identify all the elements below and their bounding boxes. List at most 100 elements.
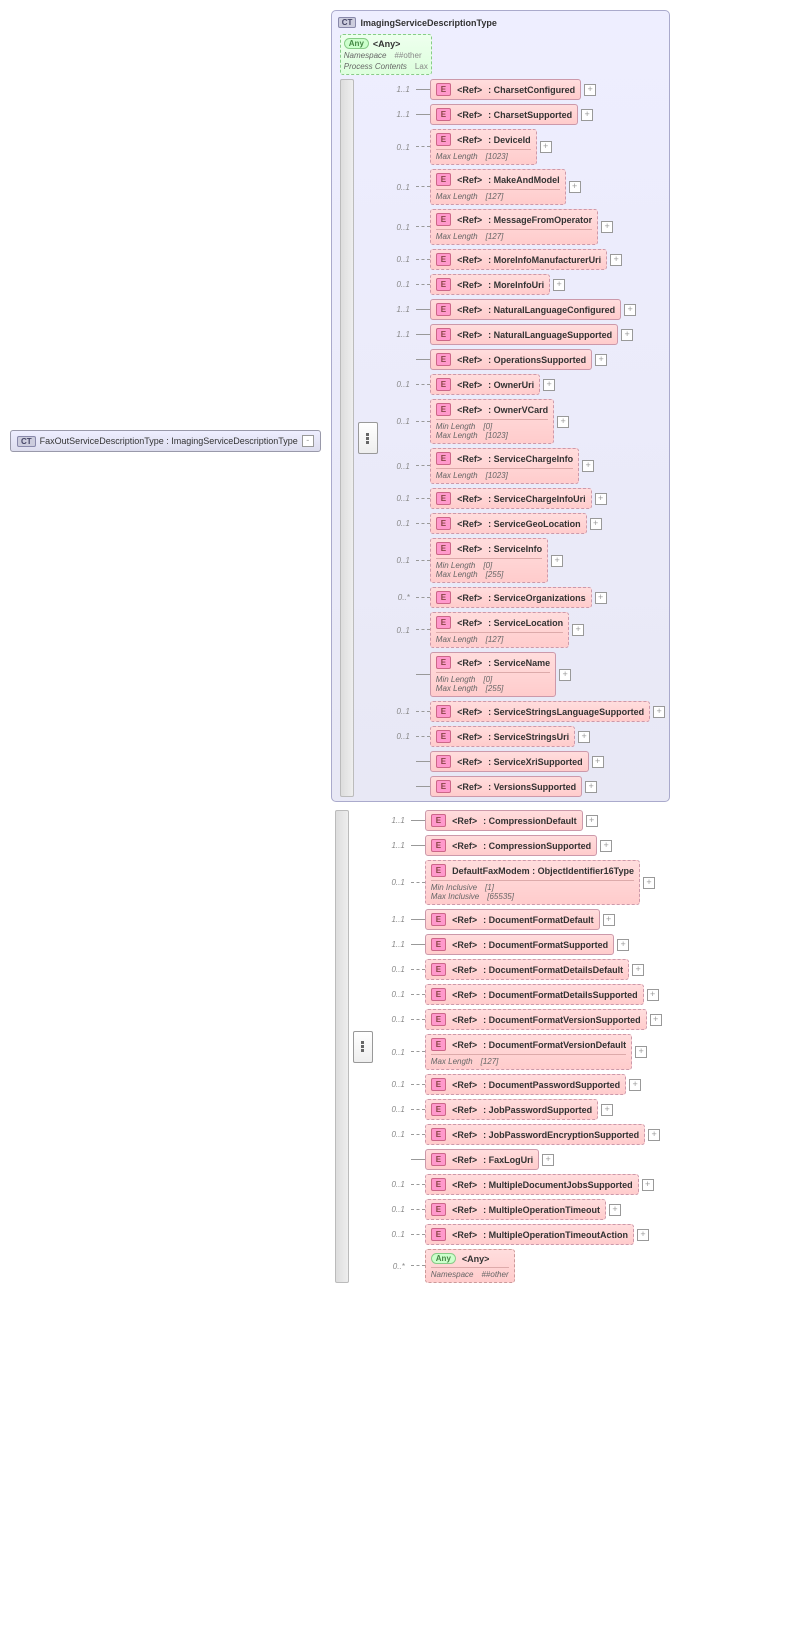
expand-icon[interactable]: + — [624, 304, 636, 316]
expand-icon[interactable]: + — [559, 669, 571, 681]
expand-icon[interactable]: + — [601, 221, 613, 233]
element-node[interactable]: E<Ref>: CompressionSupported — [425, 835, 597, 856]
ref-label: <Ref> — [457, 454, 482, 464]
expand-icon[interactable]: + — [642, 1179, 654, 1191]
ct-header[interactable]: CT ImagingServiceDescriptionType — [336, 15, 665, 30]
element-node[interactable]: E<Ref>: OwnerVCardMin Length[0]Max Lengt… — [430, 399, 554, 444]
expand-icon[interactable]: + — [551, 555, 563, 567]
expand-icon[interactable]: + — [592, 756, 604, 768]
element-node[interactable]: E<Ref>: DocumentFormatVersionDefaultMax … — [425, 1034, 632, 1070]
expand-icon[interactable]: + — [569, 181, 581, 193]
element-row: E<Ref>: OperationsSupported+ — [382, 349, 665, 370]
element-name: : MultipleOperationTimeoutAction — [483, 1230, 628, 1240]
element-node[interactable]: E<Ref>: OwnerUri — [430, 374, 540, 395]
element-node[interactable]: E<Ref>: CharsetSupported — [430, 104, 578, 125]
element-node[interactable]: E<Ref>: ServiceXriSupported — [430, 751, 589, 772]
element-node[interactable]: E<Ref>: ServiceInfoMin Length[0]Max Leng… — [430, 538, 548, 583]
expand-icon[interactable]: + — [610, 254, 622, 266]
element-node[interactable]: E<Ref>: CharsetConfigured — [430, 79, 581, 100]
element-node[interactable]: E<Ref>: CompressionDefault — [425, 810, 583, 831]
element-node[interactable]: E<Ref>: MoreInfoManufacturerUri — [430, 249, 607, 270]
expand-icon[interactable]: + — [653, 706, 665, 718]
expand-icon[interactable]: + — [543, 379, 555, 391]
element-node[interactable]: E<Ref>: MultipleOperationTimeout — [425, 1199, 606, 1220]
expand-icon[interactable]: + — [600, 840, 612, 852]
element-node[interactable]: E<Ref>: DocumentFormatDefault — [425, 909, 600, 930]
ref-label: <Ref> — [452, 816, 477, 826]
element-row: 0..1E<Ref>: JobPasswordEncryptionSupport… — [377, 1124, 662, 1145]
element-node[interactable]: E<Ref>: FaxLogUri — [425, 1149, 539, 1170]
element-name: : JobPasswordEncryptionSupported — [483, 1130, 639, 1140]
expand-icon[interactable]: + — [585, 781, 597, 793]
expand-icon[interactable]: + — [542, 1154, 554, 1166]
element-row: 1..1E<Ref>: CharsetSupported+ — [382, 104, 665, 125]
any-element[interactable]: Any<Any>Namespace##other — [425, 1249, 515, 1283]
element-node[interactable]: E<Ref>: ServiceStringsLanguageSupported — [430, 701, 650, 722]
occurrence: 0..1 — [377, 1180, 405, 1189]
expand-icon[interactable]: + — [650, 1014, 662, 1026]
ref-label: <Ref> — [452, 841, 477, 851]
element-node[interactable]: E<Ref>: ServiceStringsUri — [430, 726, 575, 747]
expand-icon[interactable]: + — [557, 416, 569, 428]
element-node[interactable]: E<Ref>: ServiceChargeInfoMax Length[1023… — [430, 448, 579, 484]
ct-badge: CT — [338, 17, 357, 28]
expand-icon[interactable]: + — [582, 460, 594, 472]
expand-icon[interactable]: + — [601, 1104, 613, 1116]
element-node[interactable]: E<Ref>: JobPasswordSupported — [425, 1099, 598, 1120]
expand-icon[interactable]: + — [578, 731, 590, 743]
element-node[interactable]: E<Ref>: MessageFromOperatorMax Length[12… — [430, 209, 598, 245]
main-column: CT ImagingServiceDescriptionType Any <An… — [331, 10, 670, 1283]
element-node[interactable]: E<Ref>: DocumentFormatSupported — [425, 934, 614, 955]
expand-icon[interactable]: + — [572, 624, 584, 636]
expand-icon[interactable]: + — [581, 109, 593, 121]
element-node[interactable]: E<Ref>: ServiceChargeInfoUri — [430, 488, 592, 509]
element-node[interactable]: E<Ref>: MultipleOperationTimeoutAction — [425, 1224, 634, 1245]
element-node[interactable]: E<Ref>: DocumentFormatDetailsSupported — [425, 984, 644, 1005]
element-node[interactable]: E<Ref>: NaturalLanguageSupported — [430, 324, 618, 345]
expand-icon[interactable]: + — [586, 815, 598, 827]
expand-icon[interactable]: + — [595, 354, 607, 366]
element-name: : ServiceChargeInfo — [488, 454, 573, 464]
element-node[interactable]: E<Ref>: DocumentPasswordSupported — [425, 1074, 626, 1095]
expand-icon[interactable]: + — [595, 592, 607, 604]
expand-icon[interactable]: + — [637, 1229, 649, 1241]
expand-icon[interactable]: + — [595, 493, 607, 505]
expand-icon[interactable]: + — [584, 84, 596, 96]
expand-icon[interactable]: + — [635, 1046, 647, 1058]
expand-icon[interactable]: - — [302, 435, 314, 447]
element-node[interactable]: E<Ref>: OperationsSupported — [430, 349, 592, 370]
element-node[interactable]: E<Ref>: DeviceIdMax Length[1023] — [430, 129, 537, 165]
expand-icon[interactable]: + — [603, 914, 615, 926]
expand-icon[interactable]: + — [648, 1129, 660, 1141]
e-badge: E — [436, 452, 451, 465]
element-node[interactable]: E<Ref>: DocumentFormatVersionSupported — [425, 1009, 647, 1030]
expand-icon[interactable]: + — [617, 939, 629, 951]
any-box[interactable]: Any <Any> Namespace##other Process Conte… — [340, 34, 432, 75]
element-name: : CharsetSupported — [488, 110, 572, 120]
expand-icon[interactable]: + — [647, 989, 659, 1001]
element-node[interactable]: E<Ref>: DocumentFormatDetailsDefault — [425, 959, 629, 980]
element-node[interactable]: E<Ref>: JobPasswordEncryptionSupported — [425, 1124, 645, 1145]
element-node[interactable]: E<Ref>: MultipleDocumentJobsSupported — [425, 1174, 639, 1195]
element-node[interactable]: E<Ref>: VersionsSupported — [430, 776, 582, 797]
element-node[interactable]: E<Ref>: ServiceGeoLocation — [430, 513, 587, 534]
expand-icon[interactable]: + — [609, 1204, 621, 1216]
element-node[interactable]: E<Ref>: MakeAndModelMax Length[127] — [430, 169, 566, 205]
element-row: 0..1 E<Ref>: MultipleDocumentJobsSupporte… — [377, 1174, 662, 1195]
expand-icon[interactable]: + — [621, 329, 633, 341]
expand-icon[interactable]: + — [629, 1079, 641, 1091]
element-node[interactable]: EDefaultFaxModem : ObjectIdentifier16Typ… — [425, 860, 640, 905]
element-node[interactable]: E<Ref>: ServiceLocationMax Length[127] — [430, 612, 569, 648]
root-type-node[interactable]: CT FaxOutServiceDescriptionType : Imagin… — [10, 430, 321, 452]
element-node[interactable]: E<Ref>: NaturalLanguageConfigured — [430, 299, 621, 320]
element-node[interactable]: E<Ref>: MoreInfoUri — [430, 274, 550, 295]
expand-icon[interactable]: + — [553, 279, 565, 291]
e-badge: E — [436, 213, 451, 226]
expand-icon[interactable]: + — [590, 518, 602, 530]
element-node[interactable]: E<Ref>: ServiceOrganizations — [430, 587, 592, 608]
expand-icon[interactable]: + — [643, 877, 655, 889]
e-badge: E — [431, 1178, 446, 1191]
expand-icon[interactable]: + — [540, 141, 552, 153]
expand-icon[interactable]: + — [632, 964, 644, 976]
element-node[interactable]: E<Ref>: ServiceNameMin Length[0]Max Leng… — [430, 652, 556, 697]
